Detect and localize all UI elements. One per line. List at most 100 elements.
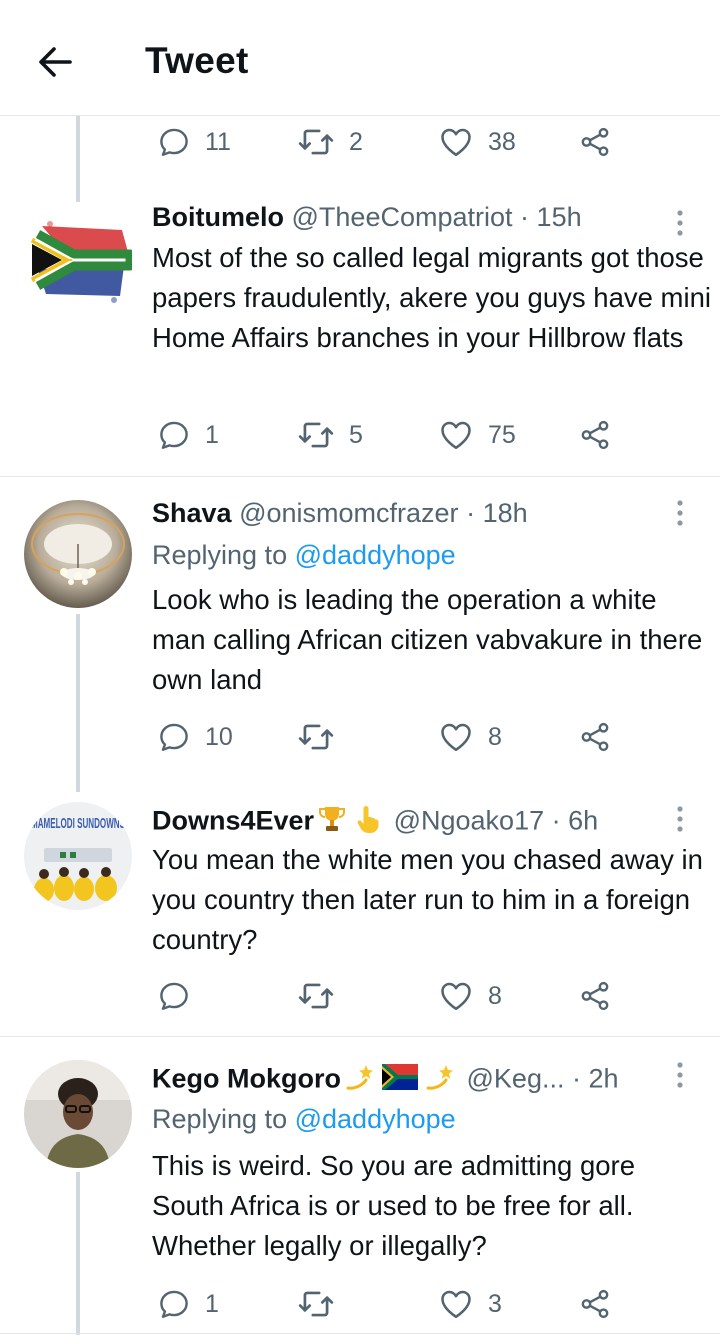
trophy-icon — [317, 804, 347, 841]
display-name[interactable]: Shava — [152, 498, 232, 528]
display-name[interactable]: Boitumelo — [152, 202, 284, 232]
avatar-logo-text: MAMELODI SUNDOWNS — [31, 815, 125, 832]
tweet-header: Kego Mokgoro @Keg... · 2h — [152, 1062, 619, 1099]
like-icon — [438, 417, 474, 453]
like-button[interactable]: 75 — [438, 415, 516, 455]
replying-to-label: Replying to — [152, 1104, 288, 1134]
sundowns-avatar: MAMELODI SUNDOWNS — [24, 802, 132, 910]
thread-line — [76, 614, 80, 792]
display-name[interactable]: Downs4Ever — [152, 806, 314, 836]
tweet-text: You mean the white men you chased away i… — [152, 844, 703, 955]
avatar[interactable] — [24, 1060, 132, 1168]
dizzy-icon — [424, 1062, 456, 1099]
timestamp[interactable]: 6h — [568, 806, 598, 836]
share-button[interactable] — [578, 1284, 612, 1324]
reply-count: 1 — [205, 1289, 219, 1318]
like-button[interactable]: 8 — [438, 717, 502, 757]
retweet-count: 5 — [349, 420, 363, 449]
retweet-count: 2 — [349, 127, 363, 156]
like-button[interactable]: 38 — [438, 122, 516, 162]
replying-to-user-link[interactable]: @daddyhope — [295, 1104, 456, 1134]
more-icon[interactable] — [668, 802, 692, 836]
reply-button[interactable]: 10 — [157, 717, 233, 757]
retweet-button[interactable] — [297, 1284, 349, 1324]
share-icon — [578, 979, 612, 1013]
user-handle[interactable]: @Ngoako17 — [394, 806, 545, 836]
replying-to: Replying to @daddyhope — [152, 1104, 456, 1135]
top-bar: Tweet — [0, 0, 720, 116]
reply-button[interactable] — [157, 976, 205, 1016]
retweet-button[interactable]: 2 — [297, 122, 363, 162]
like-icon — [438, 1286, 474, 1322]
share-icon — [578, 720, 612, 754]
like-count: 8 — [488, 981, 502, 1010]
tweet-header: Boitumelo @TheeCompatriot · 15h — [152, 202, 582, 233]
display-name[interactable]: Kego Mokgoro — [152, 1064, 341, 1094]
reply-icon — [157, 1287, 191, 1321]
retweet-button[interactable] — [297, 976, 349, 1016]
back-arrow-icon[interactable] — [34, 40, 78, 84]
like-icon — [438, 978, 474, 1014]
avatar[interactable]: MAMELODI SUNDOWNS — [24, 802, 132, 910]
timestamp[interactable]: 15h — [537, 202, 582, 232]
more-icon[interactable] — [668, 206, 692, 240]
like-icon — [438, 124, 474, 160]
share-icon — [578, 1287, 612, 1321]
retweet-icon — [297, 718, 335, 756]
more-icon[interactable] — [668, 1058, 692, 1092]
like-count: 3 — [488, 1289, 502, 1318]
like-button[interactable]: 8 — [438, 976, 502, 1016]
separator-dot: · — [551, 805, 561, 836]
user-handle[interactable]: @Keg... — [467, 1064, 565, 1094]
reply-icon — [157, 979, 191, 1013]
reply-button[interactable]: 11 — [157, 122, 231, 162]
more-icon[interactable] — [668, 496, 692, 530]
thread-line — [76, 116, 80, 202]
like-button[interactable]: 3 — [438, 1284, 502, 1324]
separator-dot: · — [572, 1063, 581, 1094]
avatar[interactable] — [24, 500, 132, 608]
retweet-button[interactable]: 5 — [297, 415, 363, 455]
like-count: 8 — [488, 722, 502, 751]
replying-to-label: Replying to — [152, 540, 288, 570]
tweet-actions: 11 2 38 — [152, 122, 632, 162]
south-africa-flag-icon — [382, 1064, 418, 1097]
share-button[interactable] — [578, 122, 612, 162]
reply-count: 10 — [205, 722, 233, 751]
user-handle[interactable]: @TheeCompatriot — [292, 202, 513, 232]
timestamp[interactable]: 18h — [483, 498, 528, 528]
reply-icon — [157, 720, 191, 754]
tweet-header: Downs4Ever @Ngoako17 · 6h — [152, 804, 598, 841]
reply-button[interactable]: 1 — [157, 1284, 219, 1324]
reply-count: 1 — [205, 420, 219, 449]
user-handle[interactable]: @onismomcfrazer — [239, 498, 458, 528]
page-title: Tweet — [145, 40, 249, 81]
divider — [0, 476, 720, 477]
timestamp[interactable]: 2h — [589, 1064, 619, 1094]
pointing-hand-icon — [353, 804, 383, 841]
retweet-button[interactable] — [297, 717, 349, 757]
reply-count: 11 — [205, 127, 231, 156]
profile-photo-avatar — [24, 1060, 132, 1168]
south-africa-flag-avatar — [24, 204, 132, 312]
share-icon — [578, 125, 612, 159]
reply-icon — [157, 418, 191, 452]
like-icon — [438, 719, 474, 755]
chandelier-avatar — [24, 500, 132, 608]
share-button[interactable] — [578, 415, 612, 455]
divider — [0, 1036, 720, 1037]
share-button[interactable] — [578, 976, 612, 1016]
replying-to: Replying to @daddyhope — [152, 540, 456, 571]
replying-to-user-link[interactable]: @daddyhope — [295, 540, 456, 570]
share-button[interactable] — [578, 717, 612, 757]
reply-icon — [157, 125, 191, 159]
tweet-text: This is weird. So you are admitting gore… — [152, 1150, 635, 1261]
retweet-icon — [297, 123, 335, 161]
avatar[interactable] — [24, 204, 132, 312]
reply-button[interactable]: 1 — [157, 415, 219, 455]
retweet-icon — [297, 1285, 335, 1323]
tweet-actions: 1 3 — [152, 1284, 632, 1324]
thread-line — [76, 1172, 80, 1335]
tweet-text: Most of the so called legal migrants got… — [152, 242, 711, 353]
tweet-header: Shava @onismomcfrazer · 18h — [152, 498, 528, 529]
